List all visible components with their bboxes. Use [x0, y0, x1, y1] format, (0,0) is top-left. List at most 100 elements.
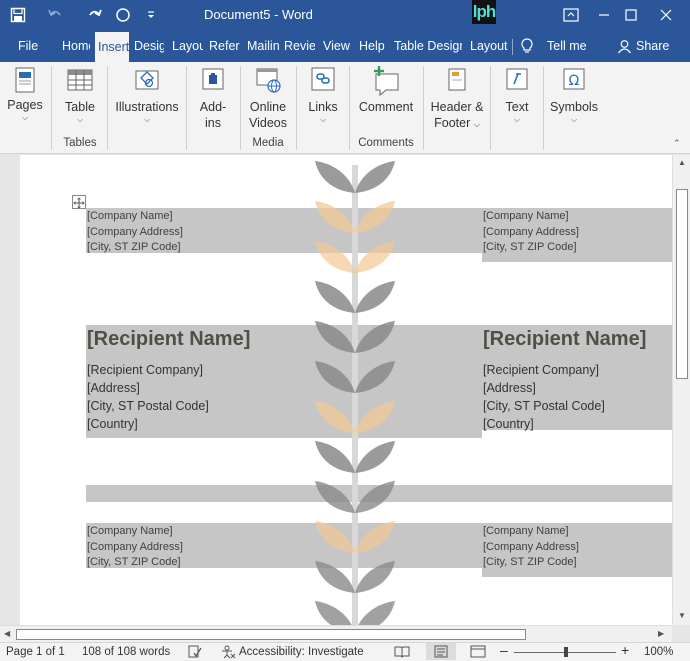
collapse-ribbon-icon[interactable]: ⌃	[673, 138, 681, 149]
table-button[interactable]: Table ⌵	[58, 65, 102, 125]
chevron-down-icon: ⌵	[570, 115, 578, 124]
group-label-media: Media	[252, 137, 284, 149]
accessibility-status[interactable]: Accessibility: Investigate	[239, 646, 364, 658]
close-icon[interactable]	[655, 4, 677, 26]
sender-address-block[interactable]: [Company Name] [Company Address] [City, …	[483, 209, 579, 256]
tab-layout[interactable]: Layout	[172, 30, 203, 62]
text-button[interactable]: Text ⌵	[496, 65, 538, 125]
pages-icon	[15, 67, 35, 93]
tab-mailings[interactable]: Mailings	[247, 30, 279, 62]
print-layout-icon	[434, 645, 448, 658]
accessibility-icon[interactable]	[221, 645, 236, 661]
leaf-shape	[355, 321, 395, 353]
horizontal-scrollbar[interactable]: ◀ ▶	[0, 625, 672, 642]
header-footer-button[interactable]: Header & Footer ⌵	[428, 65, 486, 133]
tab-review[interactable]: Review	[284, 30, 315, 62]
lightbulb-icon[interactable]	[520, 38, 534, 57]
leaf-shape	[355, 281, 395, 313]
zoom-out-button[interactable]: –	[500, 643, 508, 657]
leaf-shape	[355, 601, 395, 625]
document-page[interactable]: [Company Name] [Company Address] [City, …	[20, 155, 672, 625]
minimize-icon[interactable]	[593, 4, 615, 26]
leaf-shape	[315, 441, 355, 473]
circle-icon[interactable]	[113, 5, 133, 25]
recipient-address-block[interactable]: [Recipient Company] [Address] [City, ST …	[87, 361, 209, 433]
proofing-icon[interactable]	[188, 645, 202, 661]
online-videos-button[interactable]: Online Videos	[245, 65, 291, 131]
tab-insert[interactable]: Insert	[95, 32, 129, 62]
tab-view[interactable]: View	[323, 30, 353, 62]
leaf-shape	[315, 241, 355, 273]
tab-file[interactable]: File	[18, 30, 40, 62]
leaf-shape	[315, 521, 355, 553]
ribbon: Pages ⌵ Table ⌵ Tables Illustrations ⌵ A…	[0, 62, 690, 154]
chevron-down-icon: ⌵	[21, 113, 29, 122]
leaf-shape	[315, 561, 355, 593]
leaf-shape	[355, 241, 395, 273]
video-globe-icon	[256, 68, 281, 93]
links-button[interactable]: Links ⌵	[302, 65, 344, 125]
pages-button[interactable]: Pages ⌵	[4, 65, 46, 123]
menu-bar: File Home Insert Design Layout Reference…	[0, 30, 690, 62]
illustrations-button[interactable]: Illustrations ⌵	[112, 65, 182, 125]
word-count[interactable]: 108 of 108 words	[82, 646, 170, 658]
tab-table-design[interactable]: Table Design	[394, 30, 462, 62]
tab-home[interactable]: Home	[62, 30, 90, 62]
text-box-icon	[506, 68, 528, 90]
sender-address-block[interactable]: [Company Name] [Company Address] [City, …	[483, 524, 579, 571]
redo-icon[interactable]	[85, 5, 105, 25]
zoom-level[interactable]: 100%	[644, 646, 673, 658]
add-ins-button[interactable]: Add- ins	[192, 65, 234, 131]
horizontal-scroll-thumb[interactable]	[16, 629, 526, 640]
tell-me-search[interactable]: Tell me	[547, 30, 597, 62]
share-button[interactable]: Share	[636, 30, 676, 62]
undo-icon[interactable]	[45, 5, 65, 25]
restore-ribbon-icon[interactable]	[560, 4, 582, 26]
status-bar: Page 1 of 1 108 of 108 words Accessibili…	[0, 642, 690, 661]
vertical-scroll-thumb[interactable]	[676, 189, 688, 379]
symbols-button[interactable]: Ω Symbols ⌵	[546, 65, 602, 125]
leaf-shape	[355, 441, 395, 473]
scroll-right-icon[interactable]: ▶	[658, 629, 664, 638]
logo: lph	[472, 0, 496, 24]
leaf-shape	[355, 561, 395, 593]
save-icon[interactable]	[8, 5, 28, 25]
header-footer-icon	[448, 68, 466, 91]
print-layout-button[interactable]	[426, 643, 456, 660]
scroll-down-icon[interactable]: ▼	[678, 611, 686, 620]
chevron-down-icon: ⌵	[513, 115, 521, 124]
leaf-shape	[315, 481, 355, 513]
document-area: [Company Name] [Company Address] [City, …	[0, 155, 690, 625]
tab-help[interactable]: Help	[359, 30, 387, 62]
group-label-comments: Comments	[358, 137, 414, 149]
scroll-left-icon[interactable]: ◀	[4, 629, 10, 638]
tab-table-layout[interactable]: Layout	[470, 30, 508, 62]
person-icon[interactable]	[617, 39, 632, 57]
sender-address-block[interactable]: [Company Name] [Company Address] [City, …	[87, 524, 183, 571]
menu-separator	[512, 39, 513, 55]
leaf-shape	[315, 361, 355, 393]
chevron-down-icon: ⌵	[143, 115, 151, 124]
zoom-slider-thumb[interactable]	[564, 647, 568, 657]
vertical-scrollbar[interactable]: ▲ ▼	[672, 155, 690, 625]
chevron-down-icon: ⌵	[76, 115, 84, 124]
table-icon	[67, 69, 93, 91]
read-mode-icon[interactable]	[394, 645, 410, 661]
zoom-in-button[interactable]: +	[621, 643, 629, 657]
recipient-name[interactable]: [Recipient Name]	[87, 328, 250, 351]
tab-design[interactable]: Design	[134, 30, 164, 62]
tab-references[interactable]: References	[209, 30, 240, 62]
add-ins-icon	[202, 68, 224, 90]
comment-button[interactable]: Comment	[354, 65, 418, 115]
table-move-handle[interactable]	[72, 195, 86, 209]
recipient-name[interactable]: [Recipient Name]	[483, 328, 646, 351]
leaf-shape	[355, 161, 395, 193]
scroll-up-icon[interactable]: ▲	[678, 158, 686, 167]
link-icon	[311, 67, 335, 91]
sender-address-block[interactable]: [Company Name] [Company Address] [City, …	[87, 209, 183, 256]
page-count[interactable]: Page 1 of 1	[6, 646, 65, 658]
customize-icon[interactable]	[141, 5, 161, 25]
web-layout-icon[interactable]	[470, 645, 486, 661]
maximize-icon[interactable]	[620, 4, 642, 26]
recipient-address-block[interactable]: [Recipient Company] [Address] [City, ST …	[483, 361, 605, 433]
